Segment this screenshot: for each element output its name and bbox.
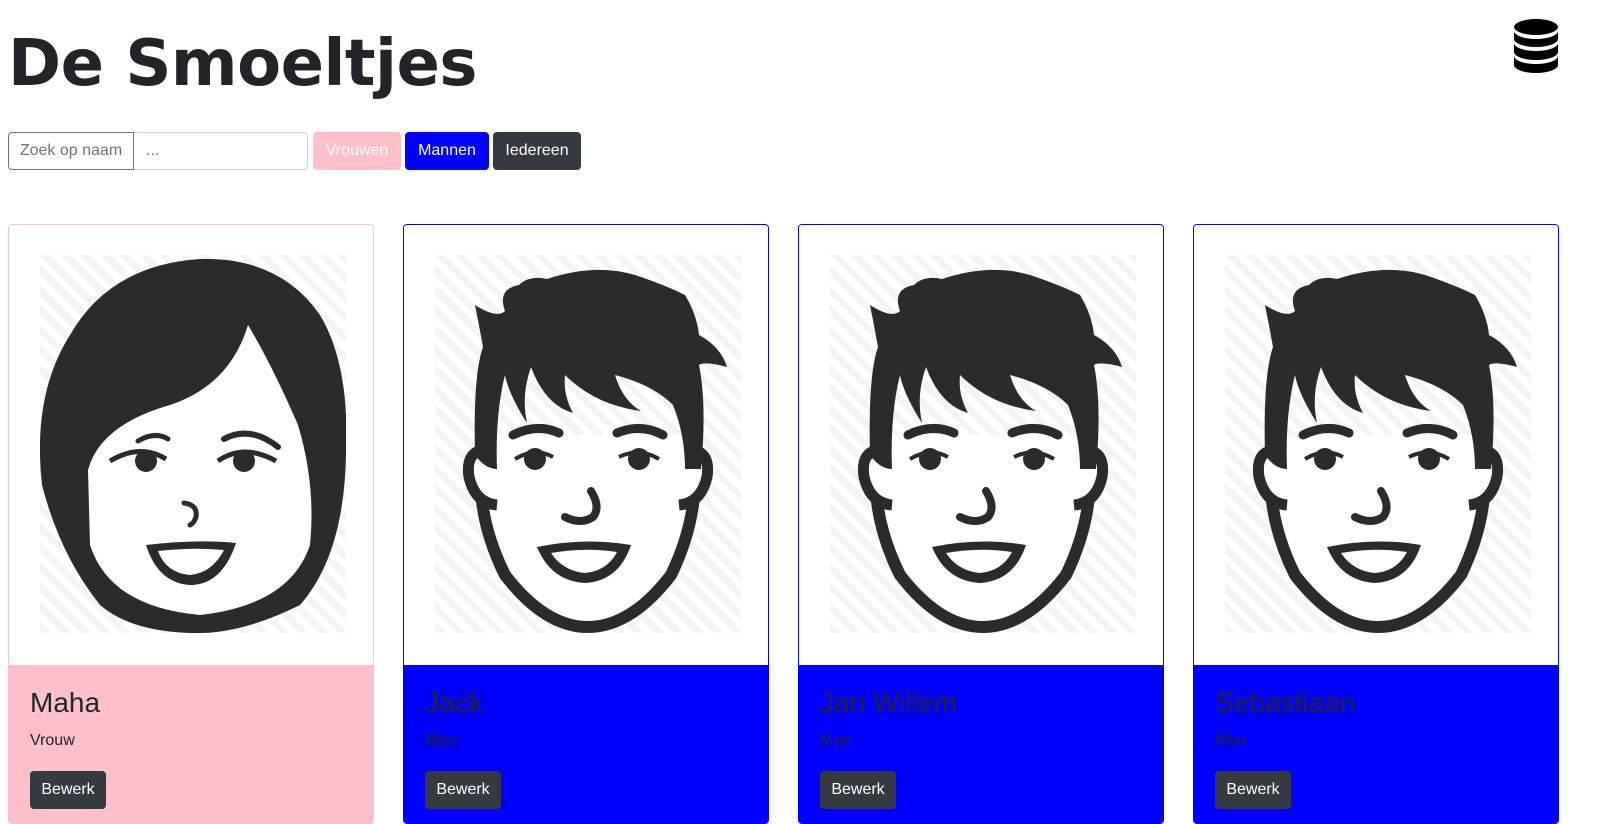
edit-button[interactable]: Bewerk (820, 771, 896, 809)
card-image (9, 225, 373, 665)
female-face-icon (40, 255, 346, 633)
card-image (799, 225, 1163, 665)
person-gender: Man (425, 732, 457, 750)
card-image (1194, 225, 1558, 665)
database-icon[interactable] (1512, 18, 1560, 74)
person-card: Sebastiaan Man Bewerk (1193, 224, 1559, 824)
search-input[interactable] (134, 132, 308, 170)
edit-button[interactable]: Bewerk (1215, 771, 1291, 809)
person-card: Jan Willem Man Bewerk (798, 224, 1164, 824)
person-card: Maha Vrouw Bewerk (8, 224, 374, 824)
search-label: Zoek op naam (8, 132, 134, 170)
person-gender: Man (820, 732, 852, 750)
person-name: Jan Willem (820, 687, 957, 718)
person-name: Jack (425, 687, 483, 718)
filter-men-button[interactable]: Mannen (405, 132, 489, 170)
male-face-icon (1225, 255, 1531, 633)
page-title: De Smoeltjes (8, 27, 477, 101)
male-face-icon (435, 255, 741, 633)
person-name: Maha (30, 687, 101, 718)
filter-all-button[interactable]: Iedereen (493, 132, 581, 170)
person-gender: Vrouw (30, 732, 75, 750)
person-name: Sebastiaan (1215, 687, 1356, 718)
male-face-icon (830, 255, 1136, 633)
person-card: Jack Man Bewerk (403, 224, 769, 824)
card-image (404, 225, 768, 665)
person-gender: Man (1215, 732, 1247, 750)
edit-button[interactable]: Bewerk (30, 771, 106, 809)
filter-women-button[interactable]: Vrouwen (313, 132, 401, 170)
edit-button[interactable]: Bewerk (425, 771, 501, 809)
filter-bar: Zoek op naam Vrouwen Mannen Iedereen (8, 132, 581, 170)
